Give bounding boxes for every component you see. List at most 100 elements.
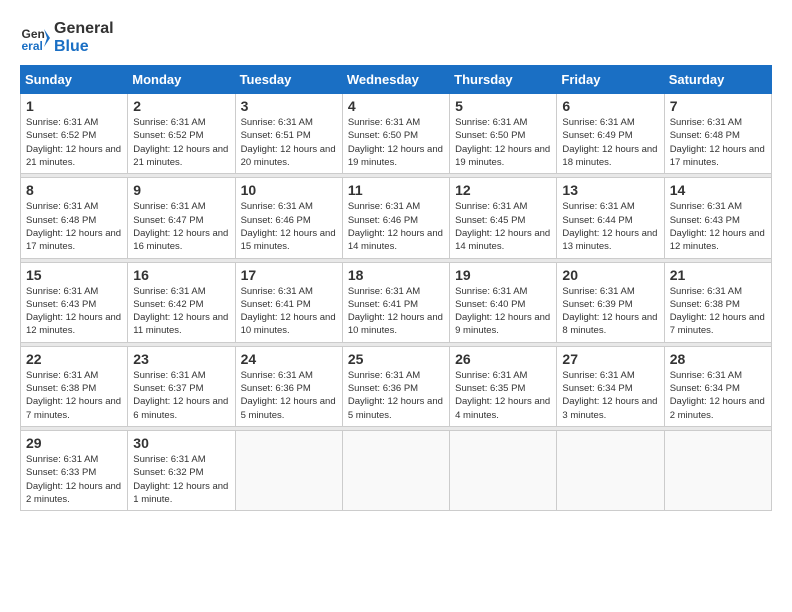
day-number: 11 (348, 182, 444, 198)
day-number: 14 (670, 182, 766, 198)
day-number: 16 (133, 267, 229, 283)
cell-info: Sunrise: 6:31 AMSunset: 6:49 PMDaylight:… (562, 116, 658, 169)
calendar-body: 1Sunrise: 6:31 AMSunset: 6:52 PMDaylight… (21, 94, 772, 511)
day-number: 26 (455, 351, 551, 367)
calendar-cell: 22Sunrise: 6:31 AMSunset: 6:38 PMDayligh… (21, 346, 128, 426)
header: Gen eral General Blue (20, 20, 772, 55)
calendar-week-2: 8Sunrise: 6:31 AMSunset: 6:48 PMDaylight… (21, 178, 772, 258)
cell-info: Sunrise: 6:31 AMSunset: 6:50 PMDaylight:… (348, 116, 444, 169)
calendar-cell: 27 Sunrise: 6:31 AMSunset: 6:34 PMDayligh… (557, 346, 664, 426)
calendar-cell: 1Sunrise: 6:31 AMSunset: 6:52 PMDaylight… (21, 94, 128, 174)
cell-info: Sunrise: 6:31 AMSunset: 6:52 PMDaylight:… (26, 116, 122, 169)
day-number: 9 (133, 182, 229, 198)
logo-text-line2: Blue (54, 38, 114, 56)
day-number: 23 (133, 351, 229, 367)
cell-info: Sunrise: 6:31 AMSunset: 6:43 PMDaylight:… (26, 285, 122, 338)
calendar-week-1: 1Sunrise: 6:31 AMSunset: 6:52 PMDaylight… (21, 94, 772, 174)
day-number: 12 (455, 182, 551, 198)
cell-info: Sunrise: 6:31 AMSunset: 6:34 PMDaylight:… (670, 369, 766, 422)
calendar-cell: 15 Sunrise: 6:31 AMSunset: 6:43 PMDayligh… (21, 262, 128, 342)
calendar-cell: 20 Sunrise: 6:31 AMSunset: 6:39 PMDayligh… (557, 262, 664, 342)
svg-text:eral: eral (22, 39, 43, 53)
calendar-cell: 19Sunrise: 6:31 AMSunset: 6:40 PMDayligh… (450, 262, 557, 342)
cell-info: Sunrise: 6:31 AMSunset: 6:42 PMDaylight:… (133, 285, 229, 338)
calendar-cell: 13 Sunrise: 6:31 AMSunset: 6:44 PMDayligh… (557, 178, 664, 258)
cell-info: Sunrise: 6:31 AMSunset: 6:33 PMDaylight:… (26, 453, 122, 506)
logo: Gen eral General Blue (20, 20, 114, 55)
calendar-cell: 11 Sunrise: 6:31 AMSunset: 6:46 PMDayligh… (342, 178, 449, 258)
day-number: 7 (670, 98, 766, 114)
day-header-saturday: Saturday (664, 66, 771, 94)
calendar-cell: 8Sunrise: 6:31 AMSunset: 6:48 PMDaylight… (21, 178, 128, 258)
calendar-cell (235, 430, 342, 510)
day-number: 6 (562, 98, 658, 114)
cell-info: Sunrise: 6:31 AMSunset: 6:32 PMDaylight:… (133, 453, 229, 506)
cell-info: Sunrise: 6:31 AMSunset: 6:46 PMDaylight:… (348, 200, 444, 253)
day-number: 24 (241, 351, 337, 367)
calendar-cell: 21 Sunrise: 6:31 AMSunset: 6:38 PMDayligh… (664, 262, 771, 342)
calendar: SundayMondayTuesdayWednesdayThursdayFrid… (20, 65, 772, 511)
day-header-monday: Monday (128, 66, 235, 94)
day-number: 13 (562, 182, 658, 198)
calendar-cell: 3 Sunrise: 6:31 AMSunset: 6:51 PMDaylight… (235, 94, 342, 174)
day-number: 21 (670, 267, 766, 283)
calendar-week-4: 22Sunrise: 6:31 AMSunset: 6:38 PMDayligh… (21, 346, 772, 426)
calendar-cell (557, 430, 664, 510)
cell-info: Sunrise: 6:31 AMSunset: 6:36 PMDaylight:… (241, 369, 337, 422)
calendar-cell: 28 Sunrise: 6:31 AMSunset: 6:34 PMDayligh… (664, 346, 771, 426)
calendar-cell: 12 Sunrise: 6:31 AMSunset: 6:45 PMDayligh… (450, 178, 557, 258)
day-number: 25 (348, 351, 444, 367)
calendar-cell: 25 Sunrise: 6:31 AMSunset: 6:36 PMDayligh… (342, 346, 449, 426)
day-number: 4 (348, 98, 444, 114)
calendar-cell: 29 Sunrise: 6:31 AMSunset: 6:33 PMDayligh… (21, 430, 128, 510)
cell-info: Sunrise: 6:31 AMSunset: 6:41 PMDaylight:… (241, 285, 337, 338)
cell-info: Sunrise: 6:31 AMSunset: 6:38 PMDaylight:… (670, 285, 766, 338)
calendar-cell: 2Sunrise: 6:31 AMSunset: 6:52 PMDaylight… (128, 94, 235, 174)
cell-info: Sunrise: 6:31 AMSunset: 6:48 PMDaylight:… (26, 200, 122, 253)
calendar-cell: 24 Sunrise: 6:31 AMSunset: 6:36 PMDayligh… (235, 346, 342, 426)
cell-info: Sunrise: 6:31 AMSunset: 6:36 PMDaylight:… (348, 369, 444, 422)
day-number: 17 (241, 267, 337, 283)
calendar-cell: 18 Sunrise: 6:31 AMSunset: 6:41 PMDayligh… (342, 262, 449, 342)
cell-info: Sunrise: 6:31 AMSunset: 6:50 PMDaylight:… (455, 116, 551, 169)
day-header-friday: Friday (557, 66, 664, 94)
day-number: 28 (670, 351, 766, 367)
calendar-cell: 4 Sunrise: 6:31 AMSunset: 6:50 PMDaylight… (342, 94, 449, 174)
cell-info: Sunrise: 6:31 AMSunset: 6:45 PMDaylight:… (455, 200, 551, 253)
cell-info: Sunrise: 6:31 AMSunset: 6:40 PMDaylight:… (455, 285, 551, 338)
calendar-header-row: SundayMondayTuesdayWednesdayThursdayFrid… (21, 66, 772, 94)
day-number: 15 (26, 267, 122, 283)
cell-info: Sunrise: 6:31 AMSunset: 6:51 PMDaylight:… (241, 116, 337, 169)
day-number: 20 (562, 267, 658, 283)
day-header-tuesday: Tuesday (235, 66, 342, 94)
day-header-sunday: Sunday (21, 66, 128, 94)
day-number: 3 (241, 98, 337, 114)
calendar-cell: 5 Sunrise: 6:31 AMSunset: 6:50 PMDaylight… (450, 94, 557, 174)
cell-info: Sunrise: 6:31 AMSunset: 6:44 PMDaylight:… (562, 200, 658, 253)
cell-info: Sunrise: 6:31 AMSunset: 6:35 PMDaylight:… (455, 369, 551, 422)
day-number: 29 (26, 435, 122, 451)
day-number: 2 (133, 98, 229, 114)
calendar-week-3: 15 Sunrise: 6:31 AMSunset: 6:43 PMDayligh… (21, 262, 772, 342)
cell-info: Sunrise: 6:31 AMSunset: 6:43 PMDaylight:… (670, 200, 766, 253)
logo-icon: Gen eral (20, 23, 50, 53)
calendar-cell (450, 430, 557, 510)
day-number: 18 (348, 267, 444, 283)
calendar-cell: 23 Sunrise: 6:31 AMSunset: 6:37 PMDayligh… (128, 346, 235, 426)
cell-info: Sunrise: 6:31 AMSunset: 6:48 PMDaylight:… (670, 116, 766, 169)
cell-info: Sunrise: 6:31 AMSunset: 6:41 PMDaylight:… (348, 285, 444, 338)
calendar-cell: 14 Sunrise: 6:31 AMSunset: 6:43 PMDayligh… (664, 178, 771, 258)
day-number: 22 (26, 351, 122, 367)
cell-info: Sunrise: 6:31 AMSunset: 6:37 PMDaylight:… (133, 369, 229, 422)
calendar-cell: 6 Sunrise: 6:31 AMSunset: 6:49 PMDaylight… (557, 94, 664, 174)
day-header-wednesday: Wednesday (342, 66, 449, 94)
day-number: 27 (562, 351, 658, 367)
cell-info: Sunrise: 6:31 AMSunset: 6:34 PMDaylight:… (562, 369, 658, 422)
cell-info: Sunrise: 6:31 AMSunset: 6:46 PMDaylight:… (241, 200, 337, 253)
cell-info: Sunrise: 6:31 AMSunset: 6:39 PMDaylight:… (562, 285, 658, 338)
logo-text-line1: General (54, 20, 114, 38)
calendar-cell: 17 Sunrise: 6:31 AMSunset: 6:41 PMDayligh… (235, 262, 342, 342)
calendar-cell: 30Sunrise: 6:31 AMSunset: 6:32 PMDayligh… (128, 430, 235, 510)
day-number: 5 (455, 98, 551, 114)
calendar-cell: 26 Sunrise: 6:31 AMSunset: 6:35 PMDayligh… (450, 346, 557, 426)
